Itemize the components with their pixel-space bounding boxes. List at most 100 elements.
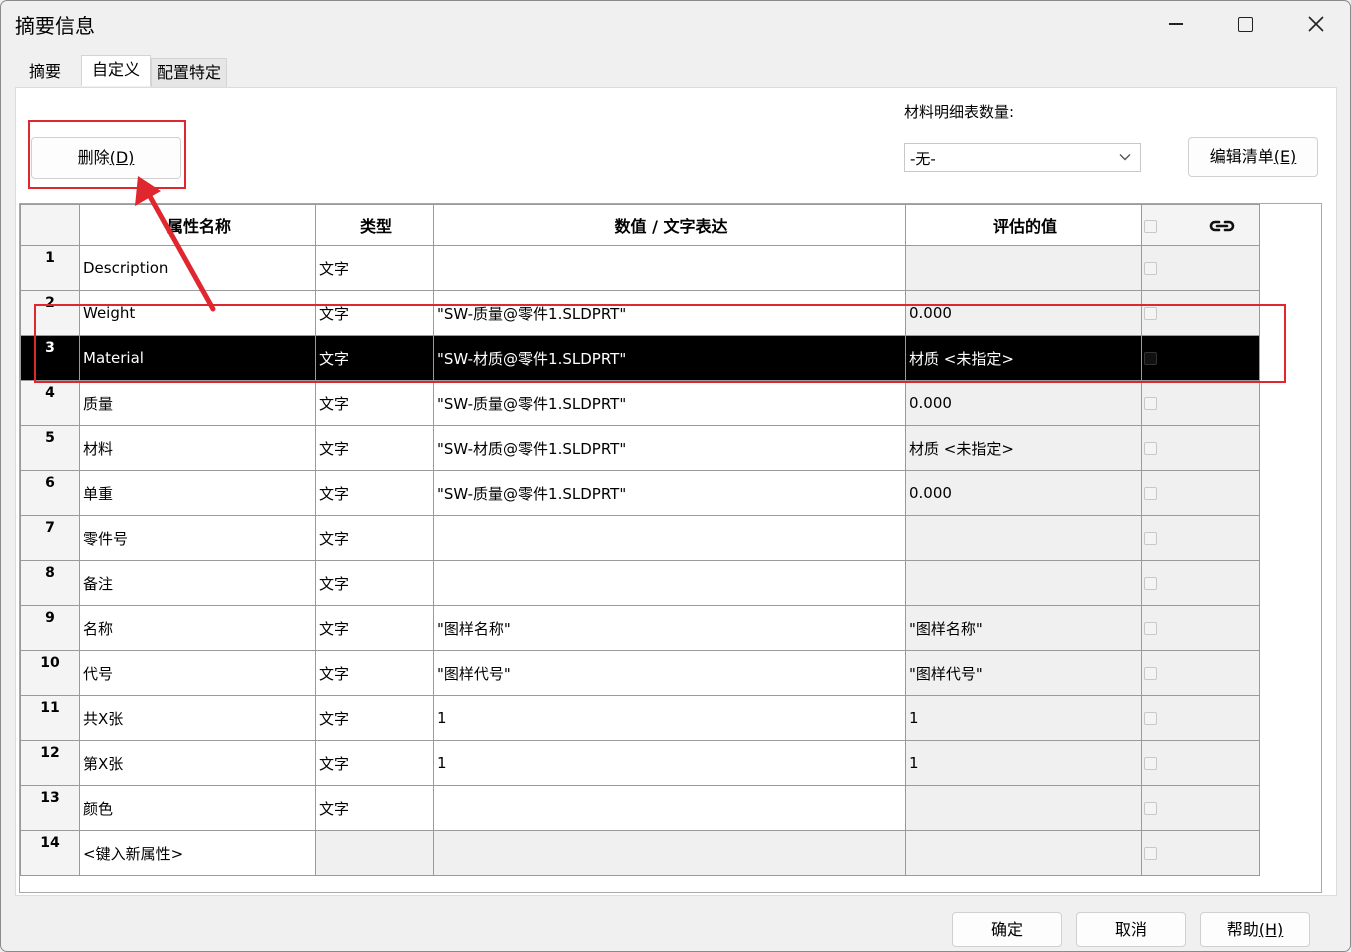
value-cell[interactable]: [433, 830, 906, 876]
link-checkbox[interactable]: [1144, 712, 1157, 725]
table-row[interactable]: 6 单重 文字 "SW-质量@零件1.SLDPRT" 0.000: [20, 470, 1260, 516]
row-number: 10: [20, 650, 80, 696]
value-cell[interactable]: 1: [433, 740, 906, 786]
link-cell: [1141, 245, 1260, 291]
tab-custom[interactable]: 自定义: [81, 55, 151, 86]
value-cell[interactable]: 1: [433, 695, 906, 741]
evaluated-value-cell: 0.000: [905, 470, 1142, 516]
tab-summary[interactable]: 摘要: [15, 58, 75, 86]
property-name-cell[interactable]: 颜色: [79, 785, 316, 831]
tab-config-specific[interactable]: 配置特定: [151, 58, 227, 87]
bom-quantity-select[interactable]: -无-: [904, 143, 1141, 172]
property-name-cell[interactable]: 备注: [79, 560, 316, 606]
header-row: 属性名称 类型 数值 / 文字表达 评估的值: [20, 204, 1260, 246]
type-cell[interactable]: 文字: [315, 785, 434, 831]
type-cell[interactable]: 文字: [315, 515, 434, 561]
link-checkbox[interactable]: [1144, 442, 1157, 455]
value-cell[interactable]: "图样代号": [433, 650, 906, 696]
property-name-cell[interactable]: 质量: [79, 380, 316, 426]
link-cell: [1141, 425, 1260, 471]
type-cell[interactable]: 文字: [315, 740, 434, 786]
link-header: [1141, 204, 1260, 246]
link-all-checkbox[interactable]: [1144, 219, 1157, 233]
evaluated-value-cell: [905, 245, 1142, 291]
link-checkbox[interactable]: [1144, 577, 1157, 590]
type-cell[interactable]: 文字: [315, 695, 434, 741]
property-name-cell[interactable]: <键入新属性>: [79, 830, 316, 876]
property-name-cell[interactable]: 零件号: [79, 515, 316, 561]
type-cell[interactable]: 文字: [315, 650, 434, 696]
value-cell[interactable]: "SW-质量@零件1.SLDPRT": [433, 470, 906, 516]
close-icon: [1308, 16, 1324, 32]
type-cell[interactable]: 文字: [315, 605, 434, 651]
type-cell[interactable]: 文字: [315, 425, 434, 471]
edit-list-button[interactable]: 编辑清单(E): [1188, 137, 1318, 177]
property-name-cell[interactable]: 第X张: [79, 740, 316, 786]
type-cell[interactable]: [315, 830, 434, 876]
value-cell[interactable]: [433, 245, 906, 291]
evaluated-value-cell: [905, 830, 1142, 876]
value-cell[interactable]: "图样名称": [433, 605, 906, 651]
link-cell: [1141, 740, 1260, 786]
type-cell[interactable]: 文字: [315, 470, 434, 516]
cancel-button[interactable]: 取消: [1076, 912, 1186, 947]
annotation-box-delete: [28, 120, 186, 189]
value-cell[interactable]: [433, 515, 906, 561]
property-name-cell[interactable]: Description: [79, 245, 316, 291]
value-cell[interactable]: "SW-质量@零件1.SLDPRT": [433, 380, 906, 426]
table-row[interactable]: 5 材料 文字 "SW-材质@零件1.SLDPRT" 材质 <未指定>: [20, 425, 1260, 471]
maximize-button[interactable]: [1214, 1, 1276, 47]
table-row[interactable]: 10 代号 文字 "图样代号" "图样代号": [20, 650, 1260, 696]
table-row[interactable]: 4 质量 文字 "SW-质量@零件1.SLDPRT" 0.000: [20, 380, 1260, 426]
link-checkbox[interactable]: [1144, 397, 1157, 410]
property-name-cell[interactable]: 单重: [79, 470, 316, 516]
table-row[interactable]: 1 Description 文字: [20, 245, 1260, 291]
property-name-cell[interactable]: 代号: [79, 650, 316, 696]
table-row[interactable]: 11 共X张 文字 1 1: [20, 695, 1260, 741]
evaluated-header[interactable]: 评估的值: [905, 204, 1142, 246]
link-cell: [1141, 470, 1260, 516]
property-name-cell[interactable]: 共X张: [79, 695, 316, 741]
link-cell: [1141, 830, 1260, 876]
property-name-cell[interactable]: 材料: [79, 425, 316, 471]
ok-button[interactable]: 确定: [952, 912, 1062, 947]
minimize-button[interactable]: [1145, 1, 1207, 47]
link-checkbox[interactable]: [1144, 757, 1157, 770]
link-checkbox[interactable]: [1144, 487, 1157, 500]
table-row[interactable]: 12 第X张 文字 1 1: [20, 740, 1260, 786]
property-name-header[interactable]: 属性名称: [79, 204, 316, 246]
link-checkbox[interactable]: [1144, 667, 1157, 680]
value-cell[interactable]: "SW-材质@零件1.SLDPRT": [433, 425, 906, 471]
bom-quantity-value: -无-: [910, 150, 936, 168]
value-header[interactable]: 数值 / 文字表达: [433, 204, 906, 246]
type-header[interactable]: 类型: [315, 204, 434, 246]
table-row[interactable]: 7 零件号 文字: [20, 515, 1260, 561]
row-number: 8: [20, 560, 80, 606]
link-checkbox[interactable]: [1144, 847, 1157, 860]
evaluated-value-cell: [905, 515, 1142, 561]
close-button[interactable]: [1285, 1, 1347, 47]
link-checkbox[interactable]: [1144, 262, 1157, 275]
evaluated-value-cell: "图样名称": [905, 605, 1142, 651]
row-number: 4: [20, 380, 80, 426]
link-checkbox[interactable]: [1144, 802, 1157, 815]
link-icon: [1209, 220, 1234, 232]
table-row[interactable]: 8 备注 文字: [20, 560, 1260, 606]
type-cell[interactable]: 文字: [315, 380, 434, 426]
table-row[interactable]: 9 名称 文字 "图样名称" "图样名称": [20, 605, 1260, 651]
table-row[interactable]: 13 颜色 文字: [20, 785, 1260, 831]
property-name-cell[interactable]: 名称: [79, 605, 316, 651]
type-cell[interactable]: 文字: [315, 245, 434, 291]
row-number: 11: [20, 695, 80, 741]
type-cell[interactable]: 文字: [315, 560, 434, 606]
summary-info-dialog: 摘要信息 摘要 自定义 配置特定 删除(D) 材料明细表数量: -无- 编辑清单…: [0, 0, 1351, 952]
link-cell: [1141, 560, 1260, 606]
value-cell[interactable]: [433, 785, 906, 831]
table-row[interactable]: 14 <键入新属性>: [20, 830, 1260, 876]
link-checkbox[interactable]: [1144, 532, 1157, 545]
link-checkbox[interactable]: [1144, 622, 1157, 635]
value-cell[interactable]: [433, 560, 906, 606]
edit-list-hotkey: (E): [1273, 147, 1297, 166]
help-button[interactable]: 帮助(H): [1200, 912, 1310, 947]
evaluated-value-cell: "图样代号": [905, 650, 1142, 696]
